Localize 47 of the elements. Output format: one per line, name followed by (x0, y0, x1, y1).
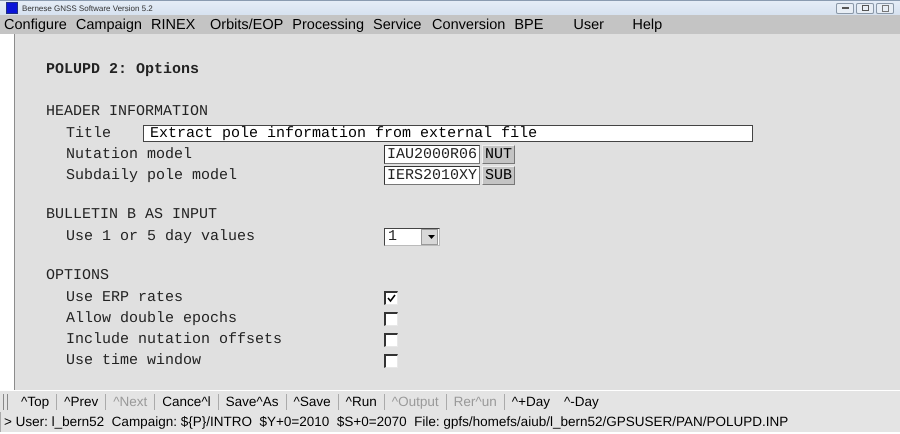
toolbar-button[interactable]: ^Run (338, 394, 384, 410)
menu-item[interactable]: Service (373, 16, 432, 32)
field-label: Nutation model (66, 146, 194, 163)
menu-item[interactable]: RINEX (150, 16, 210, 32)
menu-item[interactable]: Help (632, 16, 692, 32)
toolbar-button[interactable]: Save^As (218, 394, 286, 410)
window-title: Bernese GNSS Software Version 5.2 (22, 4, 154, 12)
field-label: Use 1 or 5 day values (66, 228, 256, 245)
checkbox-label: Include nutation offsets (66, 331, 284, 348)
toolbar-button[interactable]: ^Prev (56, 394, 106, 410)
title-field[interactable]: Extract pole information from external file (143, 125, 754, 142)
checkbox-label: Use ERP rates (66, 289, 184, 306)
toolbar-button[interactable]: Cance^l (154, 394, 218, 410)
toolbar-button[interactable]: ^Top (14, 394, 56, 410)
checkbox[interactable] (384, 354, 398, 368)
select-button[interactable]: NUT (482, 145, 516, 164)
menu-item[interactable]: User (573, 16, 632, 32)
app-icon (6, 2, 18, 14)
toolbar-button[interactable]: ^+Day (504, 394, 557, 410)
checkbox[interactable] (384, 312, 398, 326)
checkbox[interactable] (384, 290, 398, 304)
select-button[interactable]: SUB (482, 166, 516, 185)
toolbar-button[interactable]: ^-Day (556, 394, 606, 410)
checkbox-label: Allow double epochs (66, 310, 238, 327)
section-heading: OPTIONS (46, 267, 110, 286)
minimize-icon[interactable] (836, 2, 854, 14)
field-label: Subdaily pole model (66, 167, 238, 184)
model-field[interactable]: IAU2000R06 (384, 145, 480, 164)
menu-item[interactable]: Processing (292, 16, 374, 32)
day-dropdown[interactable]: 1 (384, 228, 440, 246)
toolbar-button[interactable]: ^Save (286, 394, 338, 410)
menu-item[interactable]: Conversion (432, 16, 514, 32)
section-heading: HEADER INFORMATION (46, 103, 208, 122)
field-label: Title (66, 125, 112, 142)
checkbox-label: Use time window (66, 352, 202, 369)
menu-item[interactable]: BPE (514, 16, 574, 32)
section-heading: BULLETIN B AS INPUT (46, 206, 218, 225)
check-icon (387, 294, 396, 302)
menu-item[interactable]: Configure (4, 16, 76, 32)
caret-icon (428, 234, 434, 238)
model-field[interactable]: IERS2010XY (384, 166, 480, 185)
menu-item[interactable]: Campaign (76, 16, 151, 32)
menu-item[interactable]: Orbits/EOP (210, 16, 292, 32)
status-text: > User: l_bern52 Campaign: ${P}/INTRO $Y+0=2010 $S+0=2070 File: gpfs/homefs/aiub/l_bern52/GPSUSER/PAN/POLUPD.INP (4, 414, 788, 429)
panel-title: POLUPD 2: Options (46, 60, 200, 80)
maximize-icon[interactable] (856, 2, 874, 14)
checkbox[interactable] (384, 332, 398, 346)
